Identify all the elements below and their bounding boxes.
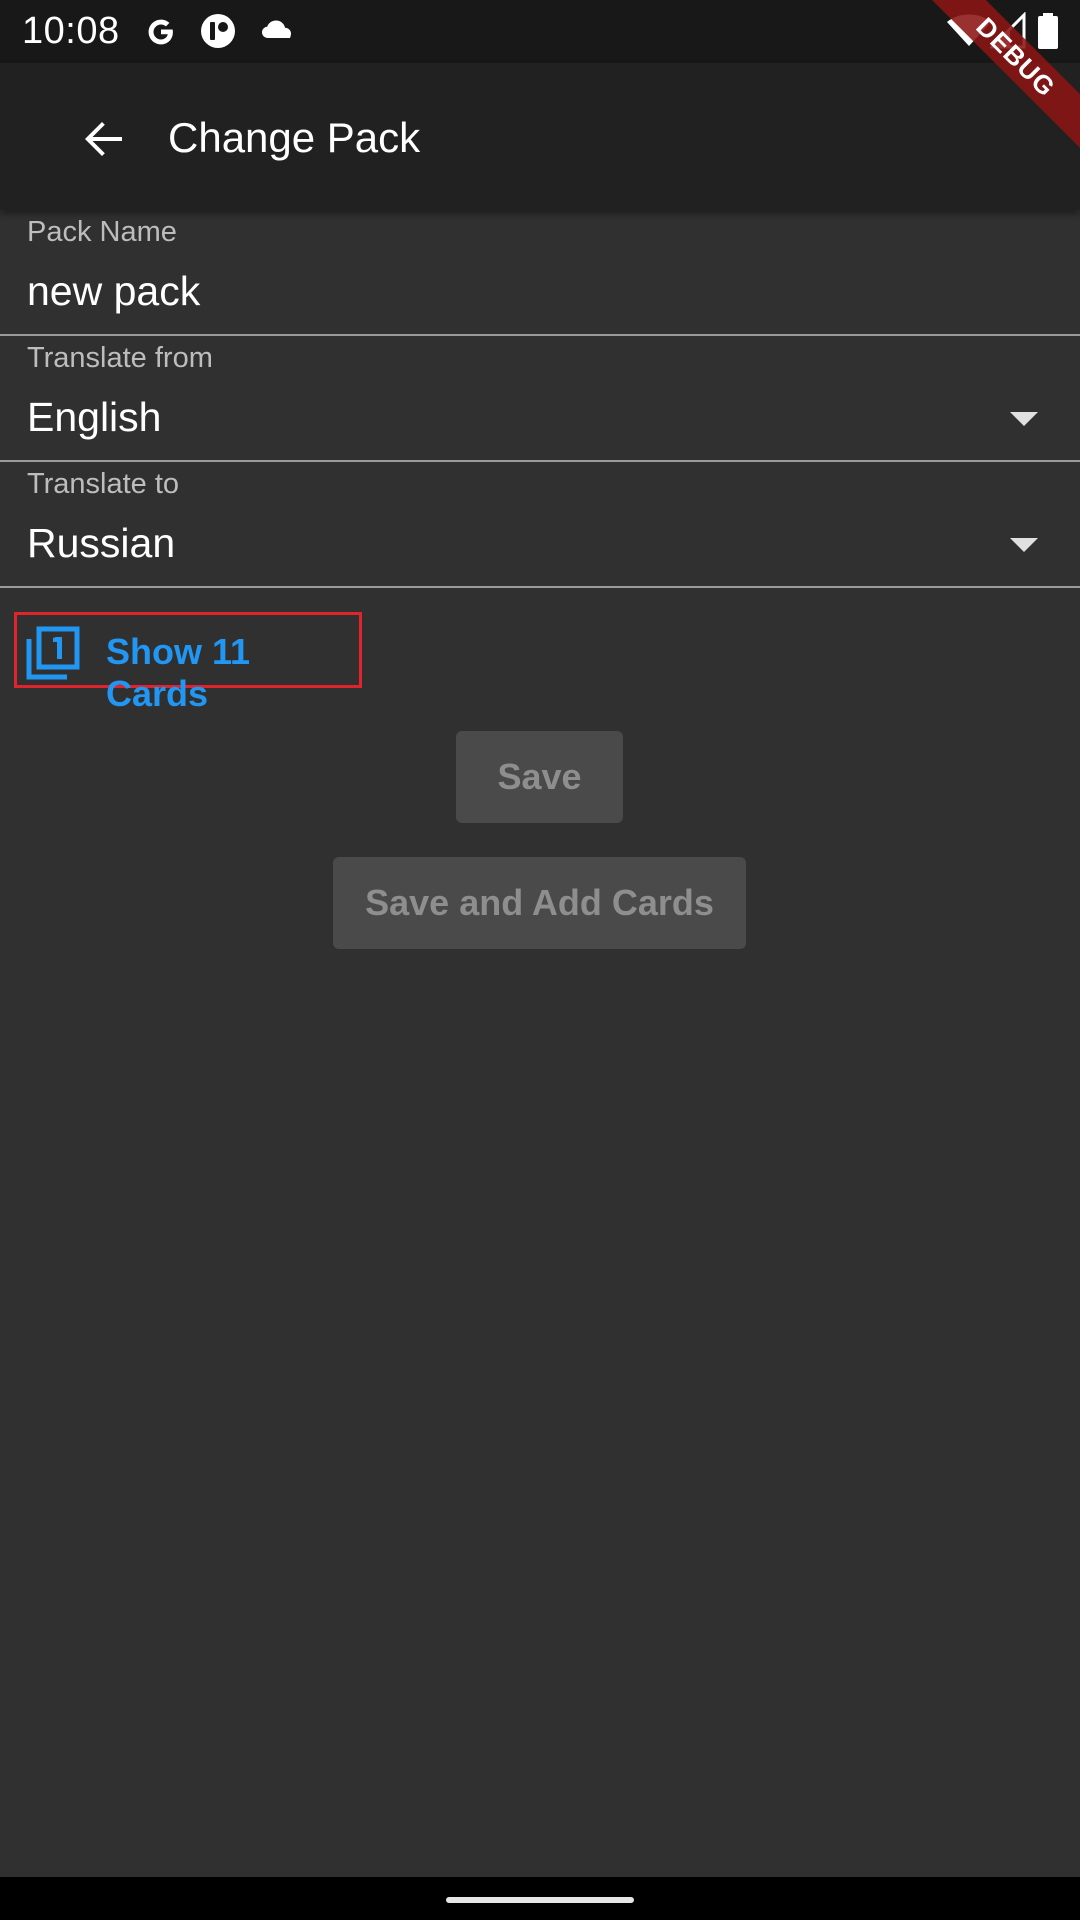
home-gesture-handle[interactable] [446,1897,634,1903]
app-bar: Change Pack [0,63,1080,210]
show-cards-label: Show 11 Cards [106,631,251,714]
filter-1-icon [23,623,83,683]
pack-name-label: Pack Name [27,216,177,248]
navigation-bar [0,1877,1080,1920]
save-button[interactable]: Save [456,731,623,823]
show-cards-button[interactable]: Show 11 Cards [14,612,362,714]
google-icon [142,12,180,50]
translate-to-value[interactable]: Russian [27,518,175,568]
arrow-back-icon [85,122,122,156]
cloud-icon [257,12,299,50]
dropdown-arrow-icon[interactable] [1010,412,1038,426]
status-bar: 10:08 [0,0,1080,63]
translate-to-label: Translate to [27,468,180,500]
battery-icon [1036,12,1060,50]
translate-to-dropdown[interactable]: Translate to Russian [0,462,1080,588]
status-time: 10:08 [22,10,120,52]
signal-icon [990,12,1028,50]
save-and-add-cards-button[interactable]: Save and Add Cards [333,857,746,949]
pack-name-input[interactable]: new pack [27,266,200,316]
screen: 10:08 Change Pack DEBUG Pack Name new pa… [0,0,1080,1920]
back-button[interactable] [68,103,140,175]
translate-from-value[interactable]: English [27,392,161,442]
app-notification-icon [199,12,237,50]
wifi-icon [946,12,992,50]
page-title: Change Pack [168,114,421,161]
dropdown-arrow-icon[interactable] [1010,538,1038,552]
translate-from-dropdown[interactable]: Translate from English [0,336,1080,462]
pack-name-field[interactable]: Pack Name new pack [0,210,1080,336]
translate-from-label: Translate from [27,342,213,374]
